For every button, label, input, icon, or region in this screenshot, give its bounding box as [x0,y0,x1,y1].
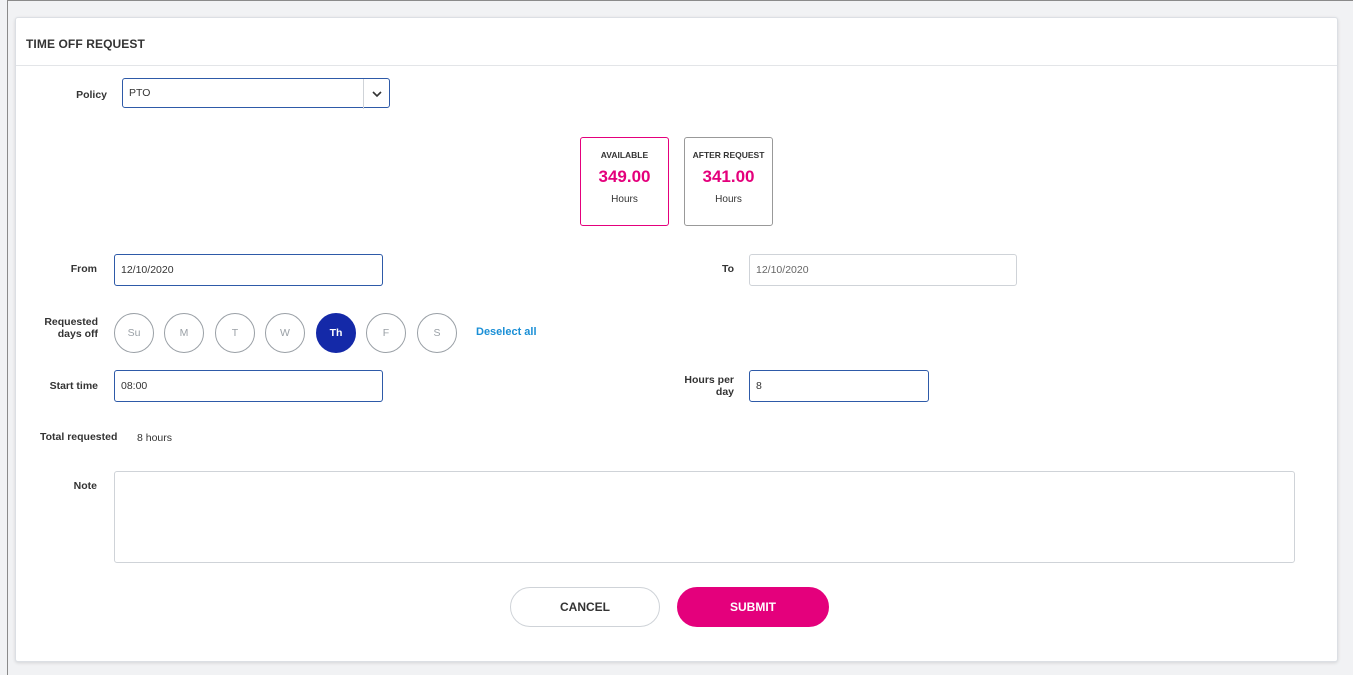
to-date-input[interactable]: 12/10/2020 [749,254,1017,286]
total-requested-value: 8 hours [137,432,173,444]
hours-per-day-value: 8 [756,380,762,392]
policy-label: Policy [76,89,107,101]
hours-per-day-label-line1: Hours per [684,374,734,386]
start-time-value: 08:00 [121,380,148,392]
cancel-button[interactable]: CANCEL [510,587,660,627]
available-unit: Hours [611,194,638,205]
day-toggle-th[interactable]: Th [316,313,356,353]
after-request-label: AFTER REQUEST [692,150,765,160]
policy-select[interactable]: PTO [122,78,390,109]
day-toggle-s[interactable]: S [417,313,457,353]
card-header: TIME OFF REQUEST [16,18,1337,66]
hours-per-day-label: Hours per day [670,374,734,398]
to-date-value: 12/10/2020 [756,264,809,276]
from-date-value: 12/10/2020 [121,264,174,276]
day-toggle-m[interactable]: M [164,313,204,353]
after-request-unit: Hours [715,194,742,205]
after-request-balance-card: AFTER REQUEST 341.00 Hours [684,137,773,226]
day-toggle-su[interactable]: Su [114,313,154,353]
hours-per-day-label-line2: day [715,386,734,398]
from-date-input[interactable]: 12/10/2020 [114,254,383,286]
requested-days-label-line2: days off [57,328,98,340]
policy-select-value: PTO [129,87,151,99]
day-toggle-w[interactable]: W [265,313,305,353]
page-title: TIME OFF REQUEST [26,37,145,51]
available-balance-card: AVAILABLE 349.00 Hours [580,137,669,226]
hours-per-day-input[interactable]: 8 [749,370,929,402]
start-time-input[interactable]: 08:00 [114,370,383,402]
chevron-down-icon[interactable] [363,79,389,109]
total-requested-label: Total requested [40,431,118,443]
to-label: To [721,263,734,275]
start-time-label: Start time [49,380,98,392]
requested-days-label: Requested days off [40,316,98,340]
requested-days-label-line1: Requested [44,316,98,328]
deselect-all-link[interactable]: Deselect all [476,326,537,338]
day-toggle-t[interactable]: T [215,313,255,353]
day-toggle-f[interactable]: F [366,313,406,353]
time-off-request-card: TIME OFF REQUEST [15,17,1338,662]
from-label: From [70,263,97,275]
available-label: AVAILABLE [600,150,649,160]
note-textarea[interactable] [114,471,1295,563]
submit-button[interactable]: SUBMIT [677,587,829,627]
available-value: 349.00 [598,167,651,186]
note-label: Note [73,480,97,492]
after-request-value: 341.00 [702,167,755,186]
